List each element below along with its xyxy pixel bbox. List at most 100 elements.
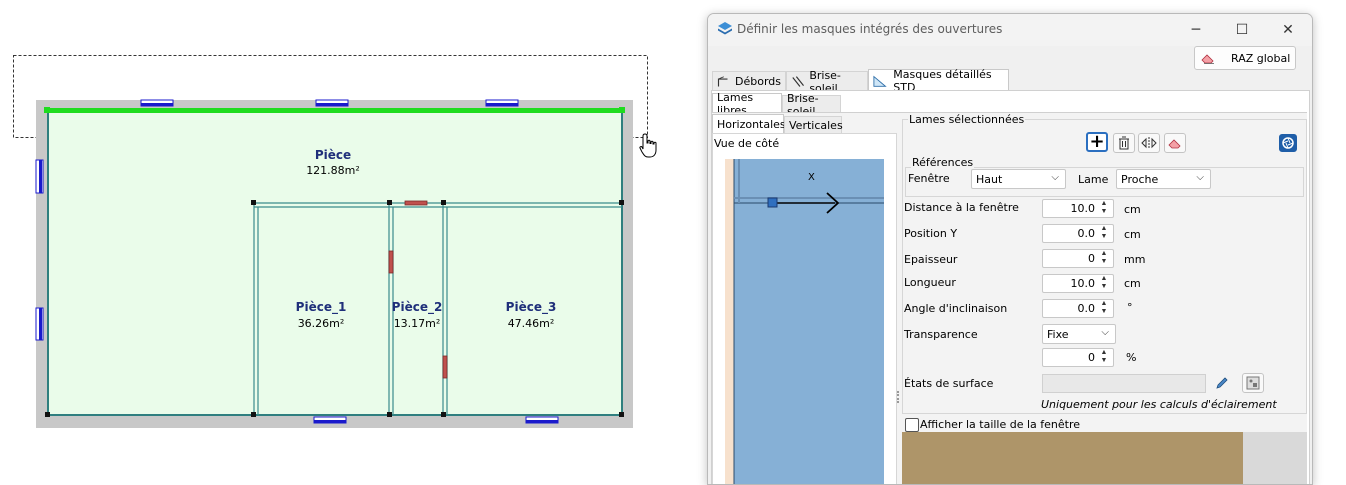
window-ref-value: Haut bbox=[976, 173, 1003, 186]
splitter-grip[interactable] bbox=[897, 391, 902, 403]
room-area: 47.46m² bbox=[508, 317, 555, 330]
spin-arrows-icon[interactable]: ▲ ▼ bbox=[1098, 250, 1110, 267]
raz-global-button[interactable]: RAZ global bbox=[1194, 46, 1296, 70]
surface-states-label: États de surface bbox=[904, 377, 994, 390]
window-ref-select[interactable]: Haut ⌵ bbox=[971, 169, 1066, 189]
blade-ref-value: Proche bbox=[1121, 173, 1159, 186]
position-y-label: Position Y bbox=[904, 227, 958, 240]
openings-masks-dialog[interactable]: Définir les masques intégrés des ouvertu… bbox=[707, 13, 1313, 485]
thickness-spinbox[interactable]: 0 ▲ ▼ bbox=[1042, 249, 1114, 268]
angle-unit: ° bbox=[1127, 301, 1133, 314]
maximize-button[interactable]: ☐ bbox=[1219, 17, 1265, 43]
transparence-value: Fixe bbox=[1047, 328, 1069, 341]
dialog-title: Définir les masques intégrés des ouvertu… bbox=[737, 22, 1003, 36]
spin-arrows-icon[interactable]: ▲ ▼ bbox=[1098, 225, 1110, 242]
window-pane bbox=[316, 103, 348, 106]
app-icon bbox=[718, 22, 732, 35]
position-y-value: 0.0 bbox=[1077, 227, 1096, 240]
window-pane bbox=[39, 308, 42, 340]
overhang-icon bbox=[717, 75, 728, 86]
room-name: Pièce bbox=[315, 148, 351, 162]
position-y-unit: cm bbox=[1124, 228, 1141, 241]
tab-verticales[interactable]: Verticales bbox=[784, 116, 843, 134]
spin-arrows-icon[interactable]: ▲ ▼ bbox=[1098, 349, 1110, 366]
thickness-unit: mm bbox=[1124, 253, 1146, 266]
chevron-down-icon: ⌵ bbox=[1101, 327, 1109, 338]
door bbox=[388, 250, 394, 274]
distance-value: 10.0 bbox=[1070, 202, 1096, 215]
tab-lames-libres[interactable]: Lames libres bbox=[712, 91, 782, 117]
spin-arrows-icon[interactable]: ▲ ▼ bbox=[1098, 275, 1110, 292]
add-blade-button[interactable]: + bbox=[1086, 132, 1108, 152]
tab-label: Verticales bbox=[789, 119, 843, 132]
minimize-button[interactable]: ─ bbox=[1173, 17, 1219, 43]
mask-icon bbox=[873, 75, 887, 87]
pencil-icon bbox=[1216, 377, 1228, 389]
floor-plan[interactable]: Pièce 121.88m² Pièce_1 36.26m² Pièce_2 1… bbox=[0, 0, 700, 467]
aperture-icon bbox=[1282, 137, 1294, 149]
door bbox=[404, 200, 428, 206]
window-pane bbox=[314, 420, 346, 423]
close-button[interactable]: ✕ bbox=[1265, 17, 1311, 43]
angle-spinbox[interactable]: 0.0 ▲ ▼ bbox=[1042, 299, 1114, 318]
door bbox=[442, 355, 448, 379]
reset-blade-button[interactable] bbox=[1164, 133, 1186, 153]
delete-blade-button[interactable] bbox=[1113, 133, 1135, 153]
chevron-down-icon: ⌵ bbox=[1051, 172, 1059, 183]
chevron-down-icon: ⌵ bbox=[1196, 172, 1204, 183]
title-bar[interactable]: Définir les masques intégrés des ouvertu… bbox=[708, 14, 1312, 46]
distance-spinbox[interactable]: 10.0 ▲ ▼ bbox=[1042, 199, 1114, 218]
tab-masques-detailles[interactable]: Masques détaillés STD bbox=[868, 68, 1009, 94]
mirror-blade-button[interactable] bbox=[1138, 133, 1160, 153]
references-title: Références bbox=[911, 156, 975, 169]
tab-brise-soleil-sub[interactable]: Brise-soleil bbox=[782, 92, 841, 118]
length-spinbox[interactable]: 10.0 ▲ ▼ bbox=[1042, 274, 1114, 293]
room-area: 13.17m² bbox=[394, 317, 441, 330]
thickness-label: Epaisseur bbox=[904, 253, 958, 266]
position-y-spinbox[interactable]: 0.0 ▲ ▼ bbox=[1042, 224, 1114, 243]
distance-label: Distance à la fenêtre bbox=[904, 201, 1019, 214]
window-ref-label: Fenêtre bbox=[908, 172, 950, 185]
tab-label: Horizontales bbox=[717, 118, 786, 131]
window-pane bbox=[39, 160, 42, 193]
angle-value: 0.0 bbox=[1077, 302, 1096, 315]
plus-icon: + bbox=[1089, 131, 1105, 152]
library-icon bbox=[1246, 376, 1260, 390]
trash-icon bbox=[1119, 136, 1129, 150]
blade-ref-select[interactable]: Proche ⌵ bbox=[1116, 169, 1211, 189]
room-name: Pièce_2 bbox=[392, 300, 443, 315]
tab-horizontales[interactable]: Horizontales bbox=[712, 114, 786, 134]
wall-endpoint[interactable] bbox=[44, 107, 50, 113]
edit-surface-button[interactable] bbox=[1211, 373, 1233, 393]
side-view-preview bbox=[725, 159, 884, 484]
selected-blades-title: Lames sélectionnées bbox=[908, 113, 1026, 126]
tab-label: Débords bbox=[735, 75, 781, 88]
distance-unit: cm bbox=[1124, 203, 1141, 216]
lighting-note: Uniquement pour les calculs d'éclairemen… bbox=[1041, 398, 1277, 411]
length-unit: cm bbox=[1124, 277, 1141, 290]
surface-states-field[interactable] bbox=[1042, 374, 1206, 393]
tab-debords[interactable]: Débords bbox=[712, 71, 786, 91]
angle-label: Angle d'inclinaison bbox=[904, 302, 1008, 315]
transparence-label: Transparence bbox=[904, 328, 978, 341]
eraser-icon bbox=[1201, 54, 1214, 64]
room-area: 36.26m² bbox=[298, 317, 345, 330]
thickness-value: 0 bbox=[1088, 252, 1095, 265]
help-button[interactable] bbox=[1279, 134, 1297, 152]
window-pane bbox=[486, 103, 518, 106]
transparence-select[interactable]: Fixe ⌵ bbox=[1042, 324, 1116, 344]
side-view-label: Vue de côté bbox=[714, 137, 780, 150]
tab-brise-soleil[interactable]: Brise-soleil bbox=[786, 69, 868, 95]
room-name: Pièce_3 bbox=[506, 300, 557, 315]
mirror-icon bbox=[1141, 137, 1157, 149]
window-preview-fill bbox=[902, 432, 1243, 484]
wall-endpoint[interactable] bbox=[619, 107, 625, 113]
transparence-percent-spinbox[interactable]: 0 ▲ ▼ bbox=[1042, 348, 1114, 367]
x-axis-label: X bbox=[808, 172, 815, 183]
spin-arrows-icon[interactable]: ▲ ▼ bbox=[1098, 300, 1110, 317]
surface-library-button[interactable] bbox=[1242, 373, 1264, 393]
spin-arrows-icon[interactable]: ▲ ▼ bbox=[1098, 200, 1110, 217]
length-value: 10.0 bbox=[1070, 277, 1096, 290]
blade-ref-label: Lame bbox=[1078, 173, 1109, 186]
show-window-size-checkbox[interactable] bbox=[905, 418, 919, 432]
